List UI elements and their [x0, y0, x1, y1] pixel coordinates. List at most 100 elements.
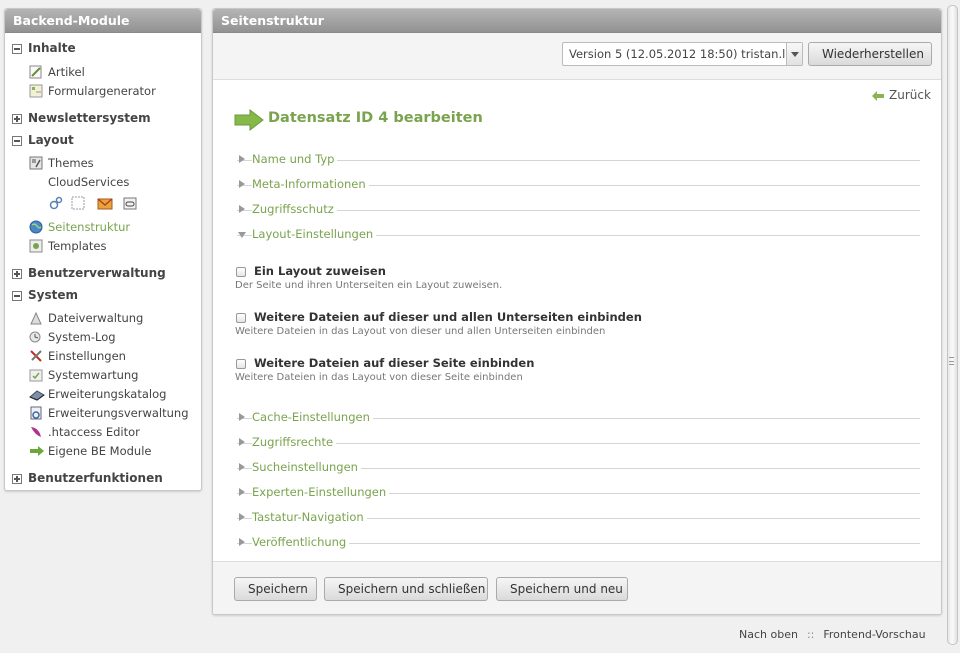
nav-group-benutzerverwaltung[interactable]: Benutzerverwaltung: [5, 265, 201, 283]
legend-label[interactable]: Tastatur-Navigation: [252, 510, 367, 524]
nav-item-label[interactable]: Formulargenerator: [48, 84, 156, 98]
scrollbar-thumb[interactable]: [947, 5, 958, 645]
nav-item-label[interactable]: .htaccess Editor: [48, 425, 140, 439]
nav-group-label[interactable]: Benutzerfunktionen: [28, 471, 163, 485]
collapse-icon[interactable]: [12, 44, 22, 54]
back-arrow-icon[interactable]: [871, 90, 885, 102]
collapse-icon[interactable]: [12, 291, 22, 301]
save-and-close-button[interactable]: Speichern und schließen: [324, 577, 488, 601]
legend-experten-einstellungen[interactable]: Experten-Einstellungen: [237, 485, 920, 501]
expand-triangle-icon[interactable]: [239, 513, 245, 521]
legend-label[interactable]: Experten-Einstellungen: [252, 485, 390, 499]
page-scrollbar[interactable]: [946, 0, 960, 653]
expand-triangle-icon[interactable]: [239, 205, 245, 213]
dateien-unterseiten-checkbox[interactable]: [236, 313, 246, 323]
legend-name-und-typ[interactable]: Name und Typ: [237, 152, 920, 168]
nav-item-htaccess-editor[interactable]: .htaccess Editor: [5, 423, 201, 441]
legend-zugriffsrechte[interactable]: Zugriffsrechte: [237, 435, 920, 451]
legend-label[interactable]: Zugriffsschutz: [252, 202, 337, 216]
legend-label[interactable]: Zugriffsrechte: [252, 435, 337, 449]
legend-veroeffentlichung[interactable]: Veröffentlichung: [237, 535, 920, 551]
option-description: Der Seite und ihren Unterseiten ein Layo…: [235, 280, 503, 291]
legend-layout-einstellungen[interactable]: Layout-Einstellungen: [237, 227, 920, 243]
nav-item-seitenstruktur[interactable]: Seitenstruktur: [5, 218, 201, 236]
nav-item-formulargenerator[interactable]: Formulargenerator: [5, 82, 201, 100]
expand-triangle-icon[interactable]: [239, 488, 245, 496]
expand-triangle-icon[interactable]: [239, 413, 245, 421]
back-to-top-link[interactable]: Nach oben: [739, 628, 798, 641]
option-title[interactable]: Weitere Dateien auf dieser und allen Unt…: [254, 310, 642, 324]
save-button[interactable]: Speichern: [234, 577, 317, 601]
expand-icon[interactable]: [12, 114, 22, 124]
version-select-value[interactable]: Version 5 (12.05.2012 18:50) tristan.lin…: [569, 47, 802, 61]
legend-label[interactable]: Sucheinstellungen: [252, 460, 361, 474]
nav-group-inhalte[interactable]: Inhalte: [5, 40, 201, 58]
nav-item-einstellungen[interactable]: Einstellungen: [5, 347, 201, 365]
nav-item-label[interactable]: Erweiterungskatalog: [48, 387, 166, 401]
expand-triangle-icon[interactable]: [239, 438, 245, 446]
nav-group-label[interactable]: System: [28, 288, 78, 302]
nav-group-layout[interactable]: Layout: [5, 132, 201, 150]
legend-label[interactable]: Meta-Informationen: [252, 177, 369, 191]
nav-item-label[interactable]: CloudServices: [48, 175, 129, 189]
expand-icon[interactable]: [12, 474, 22, 484]
nav-item-label[interactable]: Seitenstruktur: [48, 220, 130, 234]
legend-tastatur-navigation[interactable]: Tastatur-Navigation: [237, 510, 920, 526]
nav-item-cloudservices[interactable]: CloudServices: [5, 173, 201, 191]
nav-item-artikel[interactable]: Artikel: [5, 63, 201, 81]
nav-group-newslettersystem[interactable]: Newslettersystem: [5, 110, 201, 128]
nav-item-erweiterungskatalog[interactable]: Erweiterungskatalog: [5, 385, 201, 403]
option-title[interactable]: Ein Layout zuweisen: [254, 264, 386, 278]
link-icon[interactable]: [123, 196, 137, 210]
collapse-icon[interactable]: [12, 136, 22, 146]
nav-group-label[interactable]: Inhalte: [28, 41, 76, 55]
nav-item-label[interactable]: Artikel: [48, 65, 85, 79]
grid-icon[interactable]: [71, 196, 85, 210]
legend-meta-informationen[interactable]: Meta-Informationen: [237, 177, 920, 193]
expand-triangle-icon[interactable]: [239, 538, 245, 546]
frontend-preview-link[interactable]: Frontend-Vorschau: [823, 628, 925, 641]
layout-zuweisen-checkbox[interactable]: [236, 267, 246, 277]
expand-triangle-icon[interactable]: [239, 463, 245, 471]
nav-group-label[interactable]: Newslettersystem: [28, 111, 151, 125]
nav-item-label[interactable]: Einstellungen: [48, 349, 126, 363]
legend-cache-einstellungen[interactable]: Cache-Einstellungen: [237, 410, 920, 426]
back-link-label[interactable]: Zurück: [889, 88, 931, 102]
expand-icon[interactable]: [12, 269, 22, 279]
nav-item-label[interactable]: System-Log: [48, 330, 116, 344]
nav-group-label[interactable]: Layout: [28, 133, 74, 147]
legend-zugriffsschutz[interactable]: Zugriffsschutz: [237, 202, 920, 218]
save-and-new-button[interactable]: Speichern und neu: [496, 577, 628, 601]
nav-item-system-log[interactable]: System-Log: [5, 328, 201, 346]
nav-item-eigene-be-module[interactable]: Eigene BE Module: [5, 442, 201, 460]
legend-sucheinstellungen[interactable]: Sucheinstellungen: [237, 460, 920, 476]
expand-triangle-icon[interactable]: [239, 155, 245, 163]
nav-item-label[interactable]: Erweiterungsverwaltung: [48, 406, 189, 420]
legend-label[interactable]: Veröffentlichung: [252, 535, 350, 549]
gears-icon[interactable]: [49, 196, 63, 210]
nav-item-erweiterungsverwaltung[interactable]: Erweiterungsverwaltung: [5, 404, 201, 422]
nav-group-benutzerfunktionen[interactable]: Benutzerfunktionen: [5, 470, 201, 488]
nav-item-label[interactable]: Templates: [48, 239, 106, 253]
nav-group-label[interactable]: Benutzerverwaltung: [28, 266, 166, 280]
legend-label[interactable]: Cache-Einstellungen: [252, 410, 373, 424]
option-title[interactable]: Weitere Dateien auf dieser Seite einbind…: [254, 356, 534, 370]
mail-icon[interactable]: [97, 196, 113, 210]
nav-item-label[interactable]: Systemwartung: [48, 368, 138, 382]
expand-triangle-icon[interactable]: [239, 180, 245, 188]
nav-group-system[interactable]: System: [5, 287, 201, 305]
nav-item-label[interactable]: Dateiverwaltung: [48, 311, 143, 325]
chevron-down-icon[interactable]: [786, 43, 802, 65]
nav-item-label[interactable]: Eigene BE Module: [48, 444, 151, 458]
nav-item-systemwartung[interactable]: Systemwartung: [5, 366, 201, 384]
nav-item-templates[interactable]: Templates: [5, 237, 201, 255]
nav-item-label[interactable]: Themes: [48, 156, 94, 170]
nav-item-dateiverwaltung[interactable]: Dateiverwaltung: [5, 309, 201, 327]
collapse-triangle-icon[interactable]: [238, 232, 246, 238]
restore-button[interactable]: Wiederherstellen: [808, 42, 932, 66]
version-select[interactable]: Version 5 (12.05.2012 18:50) tristan.lin…: [562, 42, 803, 66]
legend-label[interactable]: Layout-Einstellungen: [252, 227, 377, 241]
legend-label[interactable]: Name und Typ: [252, 152, 338, 166]
nav-item-themes[interactable]: Themes: [5, 154, 201, 172]
dateien-seite-checkbox[interactable]: [236, 359, 246, 369]
